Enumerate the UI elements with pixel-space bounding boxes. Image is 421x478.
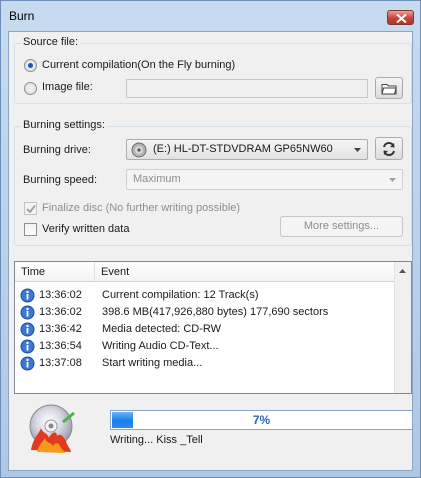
log-event: Current compilation: 12 Track(s) [102,289,259,301]
burning-speed-select[interactable]: Maximum [126,169,403,190]
current-compilation-label[interactable]: Current compilation(On the Fly burning) [42,59,235,71]
log-row[interactable]: 13:36:02 Current compilation: 12 Track(s… [15,287,395,304]
close-icon [396,14,407,23]
burning-drive-value: (E:) HL-DT-STDVDRAM GP65NW60 [153,143,333,155]
burning-drive-label: Burning drive: [23,144,91,156]
burn-progress-bar: 7% [110,410,413,430]
window-title: Burn [9,9,35,23]
log-event: Writing Audio CD-Text... [102,340,219,352]
event-log-list[interactable]: Time Event 13:36:02 Current compilation:… [14,261,412,394]
finalize-disc-label: Finalize disc (No further writing possib… [42,202,241,214]
burning-settings-group: Burning settings: Burning drive: (E:) HL… [14,119,412,246]
burning-drive-select[interactable]: (E:) HL-DT-STDVDRAM GP65NW60 [126,139,368,160]
event-column-header[interactable]: Event [95,262,395,282]
log-row[interactable]: 13:36:02 398.6 MB(417,926,880 bytes) 177… [15,304,395,321]
log-time: 13:36:02 [39,306,82,318]
dialog-client: Source file: Current compilation(On the … [8,31,413,471]
verify-written-data-checkbox[interactable] [24,223,37,236]
finalize-disc-checkbox[interactable] [24,202,37,215]
info-icon [20,339,35,354]
log-time: 13:36:02 [39,289,82,301]
log-event: 398.6 MB(417,926,880 bytes) 177,690 sect… [102,306,329,318]
image-file-radio[interactable] [24,82,37,95]
log-row[interactable]: 13:36:54 Writing Audio CD-Text... [15,338,395,355]
refresh-icon [383,141,395,157]
source-file-group: Source file: Current compilation(On the … [14,36,412,104]
event-log-scrollbar[interactable] [394,262,411,393]
info-icon [20,356,35,371]
log-event: Media detected: CD-RW [102,323,222,335]
burn-status-text: Writing... Kiss _Tell [110,434,203,446]
log-row[interactable]: 13:37:08 Start writing media... [15,355,395,372]
source-file-group-label: Source file: [21,36,81,48]
event-log-header: Time Event [15,262,395,282]
title-bar[interactable]: Burn [1,1,420,31]
checkmark-icon [26,204,36,214]
burning-disc-icon [29,404,75,453]
burn-window: Burn Source file: Current compilation(On… [0,0,421,478]
image-file-path-field[interactable] [126,79,368,98]
image-file-label[interactable]: Image file: [42,81,93,93]
log-time: 13:37:08 [39,357,82,369]
info-icon [20,322,35,337]
info-icon [20,288,35,303]
verify-written-data-label[interactable]: Verify written data [42,223,129,235]
disc-drive-icon [131,142,147,158]
refresh-drives-button[interactable] [375,137,403,160]
folder-icon [381,84,397,95]
time-column-header[interactable]: Time [15,262,95,282]
current-compilation-radio[interactable] [24,59,37,72]
chevron-down-icon [389,178,396,182]
log-time: 13:36:42 [39,323,82,335]
progress-percent: 7% [252,413,271,427]
chevron-up-icon [399,269,406,273]
browse-image-button[interactable] [375,77,403,99]
chevron-down-icon [354,148,361,152]
info-icon [20,305,35,320]
burning-speed-value: Maximum [133,173,181,185]
log-event: Start writing media... [102,357,203,369]
log-time: 13:36:54 [39,340,82,352]
log-row[interactable]: 13:36:42 Media detected: CD-RW [15,321,395,338]
close-button[interactable] [387,10,414,25]
burning-settings-group-label: Burning settings: [21,119,107,131]
burning-speed-label: Burning speed: [23,174,97,186]
more-settings-button[interactable]: More settings... [280,216,403,237]
